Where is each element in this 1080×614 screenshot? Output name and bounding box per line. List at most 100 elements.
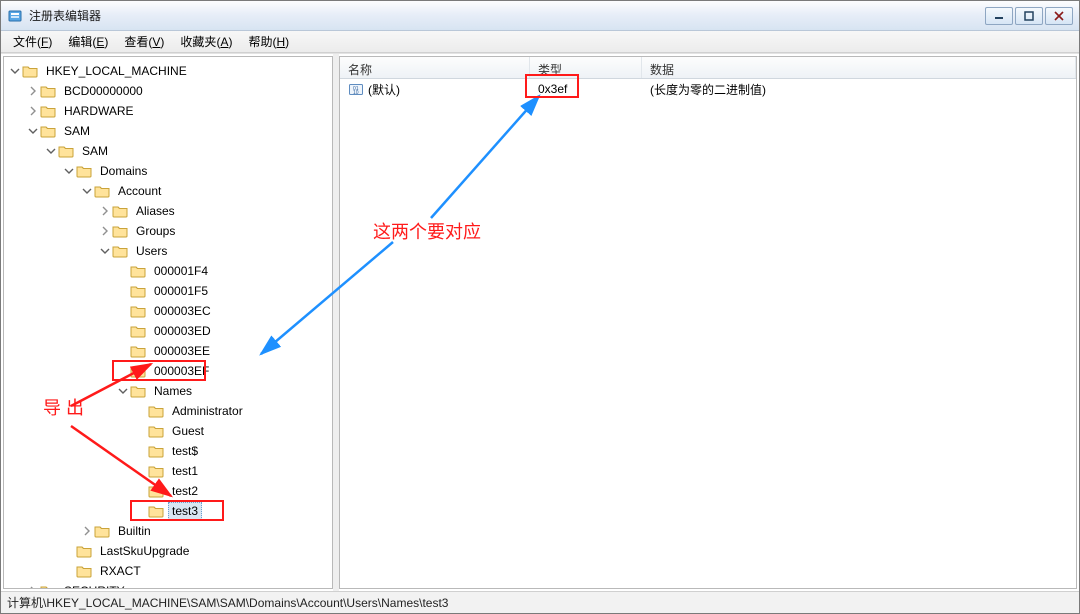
tree-item[interactable]: Builtin bbox=[80, 521, 332, 541]
twisty-collapsed-icon[interactable] bbox=[26, 104, 40, 118]
menu-view[interactable]: 查看(V) bbox=[118, 31, 170, 52]
status-path: 计算机\HKEY_LOCAL_MACHINE\SAM\SAM\Domains\A… bbox=[7, 594, 448, 611]
tree: HKEY_LOCAL_MACHINEBCD00000000HARDWARESAM… bbox=[4, 57, 332, 589]
tree-item-label: 000001F4 bbox=[150, 262, 212, 280]
twisty-expanded-icon[interactable] bbox=[80, 184, 94, 198]
twisty-expanded-icon[interactable] bbox=[26, 124, 40, 138]
tree-item[interactable]: HARDWARE bbox=[26, 101, 332, 121]
folder-icon bbox=[40, 84, 56, 98]
twisty-collapsed-icon[interactable] bbox=[98, 204, 112, 218]
maximize-button[interactable] bbox=[1015, 7, 1043, 25]
twisty-collapsed-icon[interactable] bbox=[26, 584, 40, 589]
window-controls bbox=[985, 7, 1073, 25]
list-header: 名称 类型 数据 bbox=[340, 57, 1076, 79]
tree-item[interactable]: Aliases bbox=[98, 201, 332, 221]
tree-item[interactable]: Groups bbox=[98, 221, 332, 241]
tree-item[interactable]: 000003EC bbox=[116, 301, 332, 321]
close-button[interactable] bbox=[1045, 7, 1073, 25]
folder-icon bbox=[130, 384, 146, 398]
folder-icon bbox=[130, 324, 146, 338]
tree-item-root[interactable]: HKEY_LOCAL_MACHINE bbox=[8, 61, 332, 81]
tree-item[interactable]: LastSkuUpgrade bbox=[62, 541, 332, 561]
tree-item-label: Builtin bbox=[114, 522, 155, 540]
tree-item[interactable]: 000003EE bbox=[116, 341, 332, 361]
tree-item-label: Names bbox=[150, 382, 196, 400]
tree-item-label: test$ bbox=[168, 442, 202, 460]
twisty-collapsed-icon[interactable] bbox=[98, 224, 112, 238]
folder-icon bbox=[130, 304, 146, 318]
tree-item-label: Domains bbox=[96, 162, 151, 180]
tree-item-label: 000001F5 bbox=[150, 282, 212, 300]
twisty-collapsed-icon[interactable] bbox=[80, 524, 94, 538]
tree-item[interactable]: BCD00000000 bbox=[26, 81, 332, 101]
twisty-expanded-icon[interactable] bbox=[98, 244, 112, 258]
tree-item[interactable]: test3 bbox=[134, 501, 332, 521]
twisty-collapsed-icon[interactable] bbox=[26, 84, 40, 98]
tree-item[interactable]: Names bbox=[116, 381, 332, 401]
menu-edit[interactable]: 编辑(E) bbox=[62, 31, 114, 52]
folder-icon bbox=[130, 344, 146, 358]
folder-icon bbox=[40, 104, 56, 118]
folder-icon bbox=[112, 224, 128, 238]
twisty-expanded-icon[interactable] bbox=[62, 164, 76, 178]
folder-icon bbox=[94, 184, 110, 198]
tree-item-label: 000003EF bbox=[150, 362, 213, 380]
folder-icon bbox=[130, 364, 146, 378]
folder-icon bbox=[76, 164, 92, 178]
column-type[interactable]: 类型 bbox=[530, 57, 642, 78]
tree-item[interactable]: 000001F4 bbox=[116, 261, 332, 281]
tree-item[interactable]: SAM bbox=[26, 121, 332, 141]
window: 注册表编辑器 文件(F) 编辑(E) 查看(V) 收藏夹(A) 帮助(H) HK… bbox=[0, 0, 1080, 614]
tree-item-label: LastSkuUpgrade bbox=[96, 542, 193, 560]
tree-item[interactable]: RXACT bbox=[62, 561, 332, 581]
tree-item[interactable]: test1 bbox=[134, 461, 332, 481]
tree-item-label: Users bbox=[132, 242, 171, 260]
twisty-expanded-icon[interactable] bbox=[116, 384, 130, 398]
folder-icon bbox=[58, 144, 74, 158]
folder-icon bbox=[40, 584, 56, 589]
tree-item-label: Aliases bbox=[132, 202, 179, 220]
folder-icon bbox=[148, 504, 164, 518]
tree-pane[interactable]: HKEY_LOCAL_MACHINEBCD00000000HARDWARESAM… bbox=[3, 56, 333, 589]
svg-text:10: 10 bbox=[353, 90, 359, 96]
tree-item-label: BCD00000000 bbox=[60, 82, 147, 100]
folder-icon bbox=[148, 404, 164, 418]
list-pane: 名称 类型 数据 0110(默认)0x3ef(长度为零的二进制值) bbox=[339, 56, 1077, 589]
folder-icon bbox=[112, 204, 128, 218]
tree-item[interactable]: 000003EF bbox=[116, 361, 332, 381]
tree-item[interactable]: Account bbox=[80, 181, 332, 201]
tree-item-label: HKEY_LOCAL_MACHINE bbox=[42, 62, 191, 80]
titlebar: 注册表编辑器 bbox=[1, 1, 1079, 31]
tree-item-label: RXACT bbox=[96, 562, 145, 580]
list-body[interactable]: 0110(默认)0x3ef(长度为零的二进制值) bbox=[340, 79, 1076, 588]
menu-help[interactable]: 帮助(H) bbox=[242, 31, 295, 52]
tree-item-label: SECURITY bbox=[60, 582, 129, 589]
column-data[interactable]: 数据 bbox=[642, 57, 1076, 78]
tree-item[interactable]: SECURITY bbox=[26, 581, 332, 589]
menu-file[interactable]: 文件(F) bbox=[7, 31, 58, 52]
minimize-button[interactable] bbox=[985, 7, 1013, 25]
tree-item[interactable]: test$ bbox=[134, 441, 332, 461]
tree-item[interactable]: Guest bbox=[134, 421, 332, 441]
client-area: HKEY_LOCAL_MACHINEBCD00000000HARDWARESAM… bbox=[1, 53, 1079, 591]
twisty-expanded-icon[interactable] bbox=[44, 144, 58, 158]
tree-item[interactable]: 000003ED bbox=[116, 321, 332, 341]
list-row[interactable]: 0110(默认)0x3ef(长度为零的二进制值) bbox=[340, 79, 1076, 99]
folder-icon bbox=[22, 64, 38, 78]
twisty-expanded-icon[interactable] bbox=[8, 64, 22, 78]
tree-item-label: 000003EE bbox=[150, 342, 214, 360]
folder-icon bbox=[76, 544, 92, 558]
column-name[interactable]: 名称 bbox=[340, 57, 530, 78]
statusbar: 计算机\HKEY_LOCAL_MACHINE\SAM\SAM\Domains\A… bbox=[1, 591, 1079, 613]
folder-icon bbox=[148, 444, 164, 458]
tree-item[interactable]: 000001F5 bbox=[116, 281, 332, 301]
tree-item-label: 000003EC bbox=[150, 302, 215, 320]
tree-item[interactable]: Administrator bbox=[134, 401, 332, 421]
regedit-app-icon bbox=[7, 8, 23, 24]
tree-item-label: Guest bbox=[168, 422, 208, 440]
tree-item[interactable]: test2 bbox=[134, 481, 332, 501]
menu-favorites[interactable]: 收藏夹(A) bbox=[174, 31, 238, 52]
tree-item[interactable]: Users bbox=[98, 241, 332, 261]
tree-item[interactable]: SAM bbox=[44, 141, 332, 161]
tree-item[interactable]: Domains bbox=[62, 161, 332, 181]
